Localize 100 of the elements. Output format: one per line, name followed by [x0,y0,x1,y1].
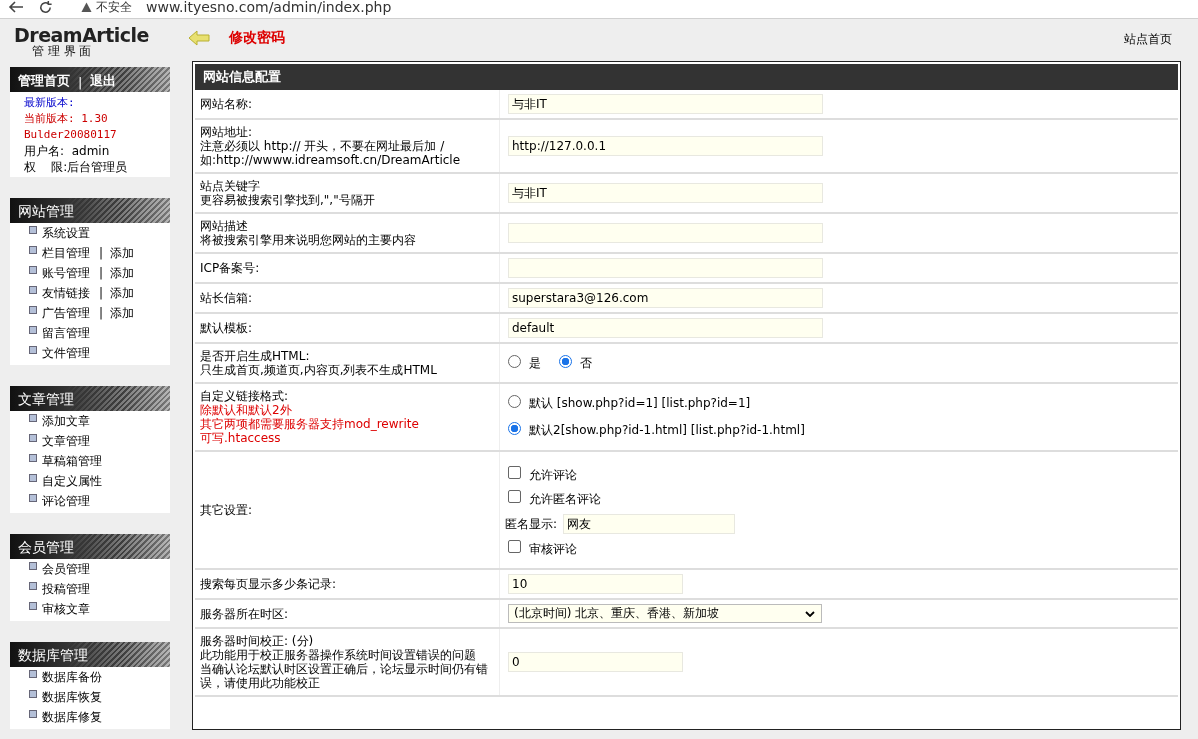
add-link[interactable]: 添加 [110,264,135,282]
field-label: 默认模板: [200,321,254,335]
timezone-dropdown[interactable]: (北京时间) 北京、重庆、香港、新加坡 [508,604,822,623]
bullet-icon [29,326,37,334]
security-label: 不安全 [96,0,132,16]
input-field[interactable]: 与非IT [508,94,823,114]
field-label: 其它设置: [200,503,254,517]
bullet-icon [29,582,37,590]
add-link[interactable]: 添加 [110,284,135,302]
checkbox-label: 审核评论 [529,541,577,558]
input-field[interactable] [508,258,823,278]
field-label: 服务器时间校正: (分) [200,634,315,648]
separator-text: | [78,75,83,90]
bullet-icon [29,266,37,274]
hint-text: 当确认论坛默认时区设置正确后，论坛显示时间仍有错误，请使用此功能校正 [200,662,489,690]
reload-icon[interactable] [38,0,53,15]
menu-link[interactable]: 自定义属性 [42,472,102,490]
url-text: www.ityesno.com/admin/index.php [146,0,392,15]
menu-section-title: 数据库管理 [10,642,170,667]
option-label: 默认2[show.php?id-1.html] [list.php?id-1.html] [529,422,805,439]
option-label: 是 [529,354,541,372]
field-label: 网站地址: [200,125,254,139]
info-text: 最新版本: [24,95,76,111]
menu-link[interactable]: 审核文章 [42,600,90,618]
logo-text: DreamArticle [14,25,149,45]
warning-text: 除默认和默认2外 [200,403,293,417]
checkbox[interactable] [508,466,521,479]
menu-link[interactable]: 评论管理 [42,492,90,510]
checkbox[interactable] [508,540,521,553]
bullet-icon [29,670,37,678]
bullet-icon [29,710,37,718]
input-field[interactable]: 0 [508,652,683,672]
site-home-link[interactable]: 站点首页 [1124,31,1172,48]
input-field[interactable]: 与非IT [508,183,823,203]
menu-link[interactable]: 文章管理 [42,432,90,450]
bullet-icon [29,602,37,610]
input-field[interactable]: superstara3@126.com [508,288,823,308]
radio-button[interactable] [508,354,521,368]
header-link[interactable]: 退出 [90,72,117,90]
hint-text: 只生成首页,频道页,内容页,列表不生成HTML [200,363,438,377]
separator-text: | [99,246,104,260]
input-field[interactable] [508,223,823,243]
bullet-icon [29,306,37,314]
field-label: 网站描述 [200,219,249,233]
menu-link[interactable]: 数据库修复 [42,708,102,726]
input-field[interactable]: 10 [508,574,683,594]
separator-text: | [99,266,104,280]
input-field[interactable]: default [508,318,823,338]
input-field[interactable]: http://127.0.0.1 [508,136,823,156]
radio-button[interactable] [508,422,521,435]
change-password-link[interactable]: 修改密码 [229,29,285,47]
menu-link[interactable]: 栏目管理 [42,244,90,262]
radio-button[interactable] [508,395,521,408]
field-label: 站点关键字 [200,179,261,193]
menu-link[interactable]: 文件管理 [42,344,90,362]
menu-link[interactable]: 留言管理 [42,324,90,342]
address-bar[interactable]: 不安全 www.ityesno.com/admin/index.php [81,0,392,14]
bullet-icon [29,226,37,234]
menu-link[interactable]: 添加文章 [42,412,90,430]
logo-subtitle: 管 理 界 面 [31,45,92,58]
bullet-icon [29,562,37,570]
add-link[interactable]: 添加 [110,304,135,322]
hint-text: 此功能用于校正服务器操作系统时间设置错误的问题 [200,648,477,662]
info-text: 当前版本: 1.30 [24,111,109,127]
menu-link[interactable]: 数据库恢复 [42,688,102,706]
field-label: 是否开启生成HTML: [200,349,311,363]
menu-link[interactable]: 广告管理 [42,304,90,322]
bullet-icon [29,690,37,698]
menu-section-title: 会员管理 [10,534,170,559]
panel-title: 网站信息配置 [195,64,1178,90]
field-label: 匿名显示: [505,515,558,533]
checkbox[interactable] [508,490,521,503]
menu-link[interactable]: 会员管理 [42,560,90,578]
back-arrow-icon[interactable] [8,0,24,14]
bullet-icon [29,286,37,294]
checkbox-label: 允许匿名评论 [529,491,601,508]
menu-link[interactable]: 草稿箱管理 [42,452,102,470]
input-field[interactable]: 网友 [563,514,736,534]
bullet-icon [29,414,37,422]
menu-link[interactable]: 数据库备份 [42,668,102,686]
menu-link[interactable]: 账号管理 [42,264,90,282]
hint-text: 注意必须以 http:// 开头，不要在网址最后加 / [200,139,446,153]
menu-link[interactable]: 系统设置 [42,224,90,242]
bullet-icon [29,454,37,462]
chevron-down-icon [805,610,815,617]
add-link[interactable]: 添加 [110,244,135,262]
field-label: 网站名称: [200,97,254,111]
header-link[interactable]: 管理首页 [18,72,70,90]
warning-icon [81,1,92,13]
menu-link[interactable]: 友情链接 [42,284,90,302]
option-label: 默认 [show.php?id=1] [list.php?id=1] [529,395,751,412]
bullet-icon [29,494,37,502]
field-label: 服务器所在时区: [200,606,290,621]
bullet-icon [29,434,37,442]
warning-text: 其它两项都需要服务器支持mod_rewrite [200,417,420,431]
field-label: 站长信箱: [200,291,254,305]
hint-text: 更容易被搜索引擎找到,","号隔开 [200,193,376,207]
menu-link[interactable]: 投稿管理 [42,580,90,598]
radio-button[interactable] [559,354,572,368]
bullet-icon [29,346,37,354]
